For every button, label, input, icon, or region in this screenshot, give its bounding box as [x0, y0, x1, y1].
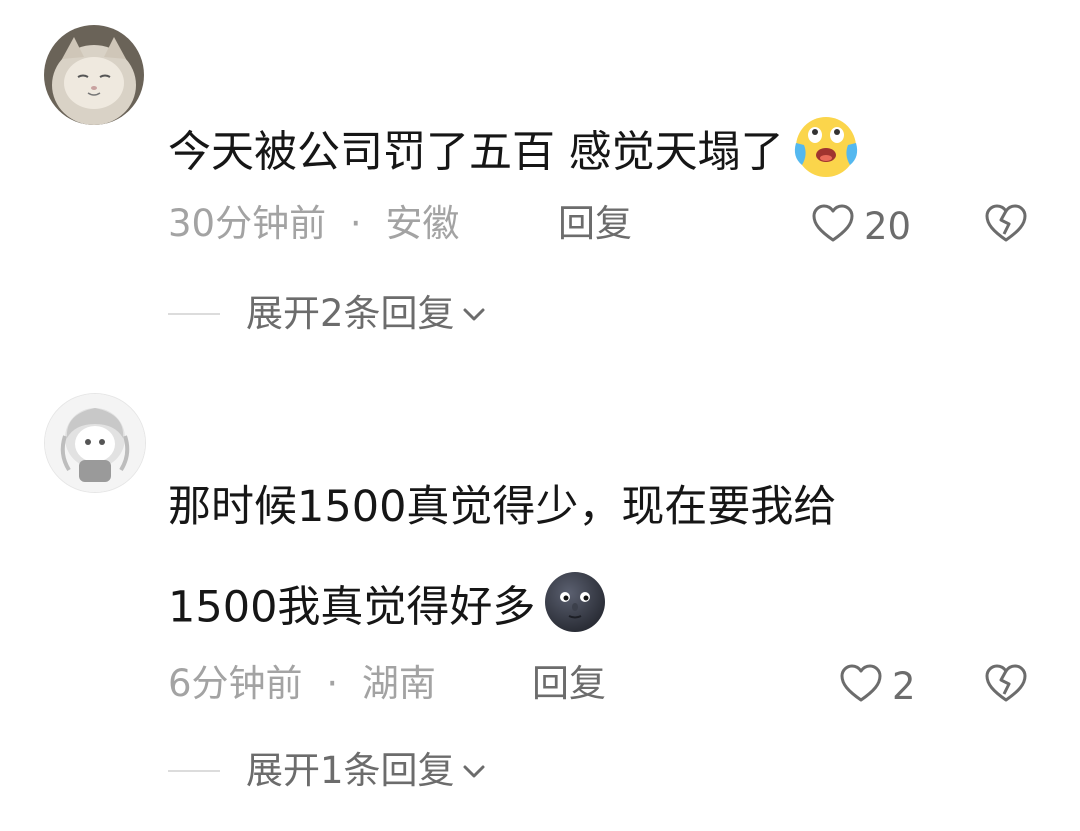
expand-divider [168, 769, 220, 772]
expand-replies-label: 展开1条回复 [246, 749, 455, 792]
comment-body: 今天被公司罚了五百 感觉天塌了 [168, 127, 784, 178]
reply-button[interactable]: 回复 [558, 205, 632, 242]
avatar[interactable] [44, 25, 144, 125]
heart-icon [810, 202, 856, 250]
broken-heart-icon [984, 664, 1028, 708]
comment-time: 6分钟前 [168, 662, 303, 705]
expand-replies-label: 展开2条回复 [246, 292, 455, 335]
new-moon-face-emoji-icon [541, 571, 609, 641]
dislike-button[interactable] [984, 202, 1028, 248]
dislike-button[interactable] [984, 662, 1028, 708]
meta-separator: · [349, 202, 362, 245]
comment-location: 安徽 [385, 202, 460, 245]
heart-icon [838, 662, 884, 710]
comment-text-line-1: 那时候1500真觉得少，现在要我给 [168, 482, 837, 532]
comment-text-line-2: 1500我真觉得好多 [168, 572, 609, 645]
like-button[interactable]: 20 [810, 202, 911, 250]
reply-button[interactable]: 回复 [532, 665, 606, 702]
comment-body: 1500我真觉得好多 [168, 582, 536, 633]
comment-text: 今天被公司罚了五百 感觉天塌了 [168, 117, 862, 191]
like-button[interactable]: 2 [838, 662, 916, 710]
expand-divider [168, 312, 220, 315]
comment-meta: 6分钟前 · 湖南 [168, 665, 436, 702]
like-count: 20 [864, 204, 912, 248]
comment-time: 30分钟前 [168, 202, 327, 245]
comment-location: 湖南 [361, 662, 436, 705]
comment-meta: 30分钟前 · 安徽 [168, 205, 459, 242]
broken-heart-icon [984, 204, 1028, 248]
meta-separator: · [326, 662, 339, 705]
chevron-down-icon [461, 761, 487, 781]
crying-laughing-emoji-icon [790, 115, 862, 187]
expand-replies[interactable]: 展开2条回复 [168, 295, 487, 332]
expand-replies[interactable]: 展开1条回复 [168, 752, 487, 789]
chevron-down-icon [461, 304, 487, 324]
like-count: 2 [892, 664, 916, 708]
avatar[interactable] [44, 393, 146, 493]
